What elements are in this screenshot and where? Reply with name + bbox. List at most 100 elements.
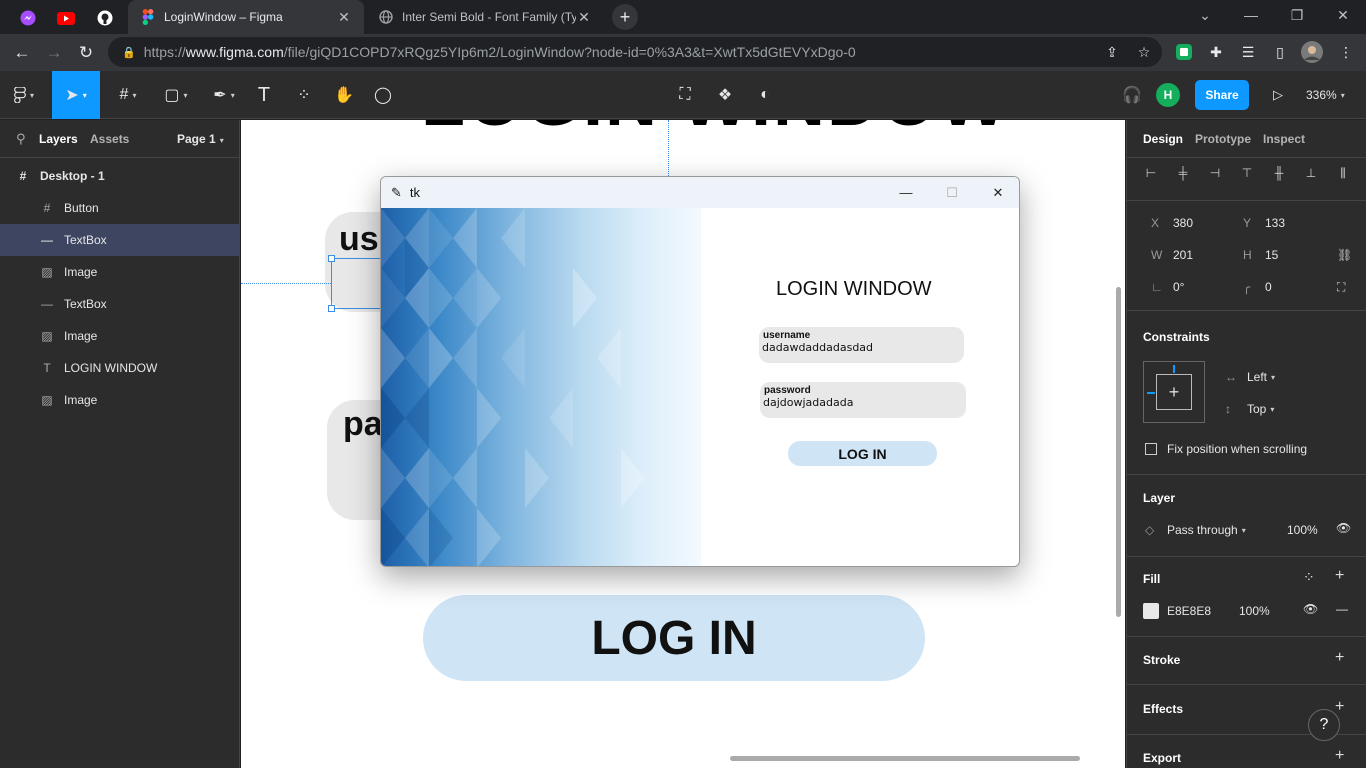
bookmark-star-icon[interactable]: ☆ bbox=[1132, 40, 1156, 64]
extension-green-icon[interactable] bbox=[1172, 40, 1196, 64]
tk-close-icon[interactable]: ✕ bbox=[975, 177, 1019, 208]
restore-icon[interactable]: ❐ bbox=[1274, 0, 1320, 30]
x-field[interactable]: X 380 bbox=[1151, 216, 1193, 230]
back-icon[interactable]: ← bbox=[8, 39, 36, 67]
add-export-icon[interactable]: + bbox=[1335, 747, 1344, 765]
pen-tool-icon[interactable]: ✒ ▾ bbox=[204, 71, 244, 119]
comment-tool-icon[interactable]: ◯ bbox=[371, 71, 395, 119]
corner-radius-field[interactable]: ╭ 0 bbox=[1243, 280, 1272, 294]
add-stroke-icon[interactable]: + bbox=[1335, 649, 1344, 667]
tab-search-icon[interactable]: ⌄ bbox=[1182, 0, 1228, 30]
tk-maximize-icon[interactable]: ☐ bbox=[929, 177, 975, 208]
figma-main-menu-icon[interactable]: ▾ bbox=[4, 71, 44, 119]
canvas-login-title[interactable]: LOGIN WINDOW bbox=[421, 120, 1009, 142]
horizontal-constraint-dropdown[interactable]: ↔ Left ▾ bbox=[1225, 370, 1275, 384]
forward-icon[interactable]: → bbox=[40, 39, 68, 67]
vertical-constraint-dropdown[interactable]: ↕ Top ▾ bbox=[1225, 402, 1274, 416]
align-top-icon[interactable]: ⊤ bbox=[1239, 166, 1255, 182]
share-page-icon[interactable]: ⇪ bbox=[1100, 40, 1124, 64]
tab-design[interactable]: Design bbox=[1143, 132, 1183, 146]
w-field[interactable]: W 201 bbox=[1151, 248, 1193, 262]
resources-icon[interactable]: ⁘ bbox=[292, 71, 316, 119]
audio-headphones-icon[interactable]: 🎧 bbox=[1120, 71, 1144, 119]
reload-icon[interactable]: ↻ bbox=[72, 39, 100, 67]
search-icon[interactable]: ⚲ bbox=[16, 131, 26, 147]
visibility-eye-icon[interactable]: 👁 bbox=[1336, 521, 1351, 535]
resize-handle[interactable] bbox=[328, 255, 335, 262]
fill-color-swatch[interactable] bbox=[1143, 603, 1159, 619]
layer-item[interactable]: ▨ Image bbox=[0, 256, 240, 288]
vertical-scrollbar[interactable] bbox=[1116, 287, 1121, 617]
github-tab-icon[interactable] bbox=[87, 4, 123, 32]
close-tab-icon[interactable]: ✕ bbox=[336, 9, 352, 26]
tk-username-field[interactable]: username dadawdaddadasdad bbox=[759, 327, 964, 363]
tab-assets[interactable]: Assets bbox=[90, 132, 129, 146]
constraint-center-icon[interactable]: + bbox=[1156, 374, 1192, 410]
media-queue-icon[interactable]: ☰ bbox=[1236, 40, 1260, 64]
distribute-icon[interactable]: ⫼ bbox=[1335, 166, 1351, 182]
constraint-widget[interactable]: + bbox=[1143, 361, 1205, 423]
new-tab-button[interactable]: + bbox=[612, 4, 638, 30]
tab-loginwindow-figma[interactable]: LoginWindow – Figma ✕ bbox=[128, 0, 364, 34]
close-window-icon[interactable]: ✕ bbox=[1320, 0, 1366, 30]
tab-prototype[interactable]: Prototype bbox=[1195, 132, 1251, 146]
tk-minimize-icon[interactable]: — bbox=[883, 177, 929, 208]
constraint-left-marker[interactable] bbox=[1147, 392, 1155, 394]
profile-avatar[interactable] bbox=[1300, 40, 1324, 64]
tk-titlebar[interactable]: ✎ tk — ☐ ✕ bbox=[381, 177, 1019, 208]
align-center-v-icon[interactable]: ╫ bbox=[1271, 166, 1287, 182]
independent-corners-icon[interactable]: ⛶ bbox=[1337, 280, 1345, 295]
layer-item[interactable]: T LOGIN WINDOW bbox=[0, 352, 240, 384]
style-grid-icon[interactable]: ⁘ bbox=[1303, 569, 1315, 586]
layer-frame-desktop[interactable]: # Desktop - 1 bbox=[0, 160, 240, 192]
frame-tool-icon[interactable]: # ▾ bbox=[108, 71, 148, 119]
help-button[interactable]: ? bbox=[1308, 709, 1340, 741]
blend-mode-dropdown[interactable]: ◇ Pass through ▾ bbox=[1145, 523, 1246, 537]
tab-inter-semi-bold[interactable]: Inter Semi Bold - Font Family (Typ ✕ bbox=[366, 0, 604, 34]
hand-tool-icon[interactable]: ✋ bbox=[332, 71, 356, 119]
canvas-login-button[interactable]: LOG IN bbox=[423, 595, 925, 681]
layer-item[interactable]: — TextBox bbox=[0, 288, 240, 320]
tk-password-field[interactable]: password dajdowjadadada bbox=[760, 382, 966, 418]
layer-opacity-field[interactable]: 100% bbox=[1287, 523, 1318, 537]
component-icon[interactable]: ❖ bbox=[713, 71, 737, 119]
fix-position-checkbox[interactable]: Fix position when scrolling bbox=[1145, 442, 1307, 456]
text-tool-icon[interactable]: T bbox=[252, 71, 276, 119]
extensions-puzzle-icon[interactable]: ✚ bbox=[1204, 40, 1228, 64]
layer-item[interactable]: ▨ Image bbox=[0, 320, 240, 352]
move-tool-icon[interactable]: ➤ ▾ bbox=[52, 71, 100, 119]
more-menu-icon[interactable]: ⋮ bbox=[1334, 40, 1358, 64]
remove-fill-icon[interactable]: — bbox=[1336, 602, 1348, 616]
youtube-tab-icon[interactable] bbox=[48, 4, 84, 32]
layer-item[interactable]: ▨ Image bbox=[0, 384, 240, 416]
align-right-icon[interactable]: ⊣ bbox=[1207, 166, 1223, 182]
page-selector[interactable]: Page 1 ▾ bbox=[177, 132, 224, 146]
layer-item[interactable]: # Button bbox=[0, 192, 240, 224]
align-bottom-icon[interactable]: ⊥ bbox=[1303, 166, 1319, 182]
minimize-icon[interactable]: — bbox=[1228, 0, 1274, 30]
layer-item-selected[interactable]: — TextBox bbox=[0, 224, 240, 256]
share-button[interactable]: Share bbox=[1195, 80, 1249, 110]
close-tab-icon[interactable]: ✕ bbox=[576, 9, 592, 26]
fill-hex-field[interactable]: E8E8E8 bbox=[1167, 604, 1211, 618]
h-field[interactable]: H 15 bbox=[1243, 248, 1278, 262]
horizontal-scrollbar[interactable] bbox=[730, 756, 1080, 761]
align-center-h-icon[interactable]: ╪ bbox=[1175, 166, 1191, 182]
present-play-icon[interactable]: ▷ bbox=[1266, 71, 1290, 119]
shape-tool-icon[interactable]: ▢ ▾ bbox=[156, 71, 196, 119]
add-fill-icon[interactable]: + bbox=[1335, 567, 1344, 585]
tab-inspect[interactable]: Inspect bbox=[1263, 132, 1305, 146]
address-bar[interactable]: 🔒 https://www.figma.com/file/giQD1COPD7x… bbox=[108, 37, 1162, 67]
messenger-tab-icon[interactable] bbox=[10, 4, 46, 32]
align-left-icon[interactable]: ⊢ bbox=[1143, 166, 1159, 182]
crop-frame-icon[interactable]: ⛶ bbox=[673, 71, 697, 119]
rotation-field[interactable]: ∟ 0° bbox=[1151, 280, 1184, 294]
zoom-dropdown[interactable]: 336% ▾ bbox=[1306, 71, 1345, 119]
contrast-icon[interactable]: ◐ bbox=[753, 71, 777, 119]
tk-login-button[interactable]: LOG IN bbox=[788, 441, 937, 466]
constraint-top-marker[interactable] bbox=[1173, 365, 1175, 373]
add-effect-icon[interactable]: + bbox=[1335, 698, 1344, 716]
y-field[interactable]: Y 133 bbox=[1243, 216, 1285, 230]
side-panel-icon[interactable]: ▯ bbox=[1268, 40, 1292, 64]
fill-opacity-field[interactable]: 100% bbox=[1239, 604, 1270, 618]
